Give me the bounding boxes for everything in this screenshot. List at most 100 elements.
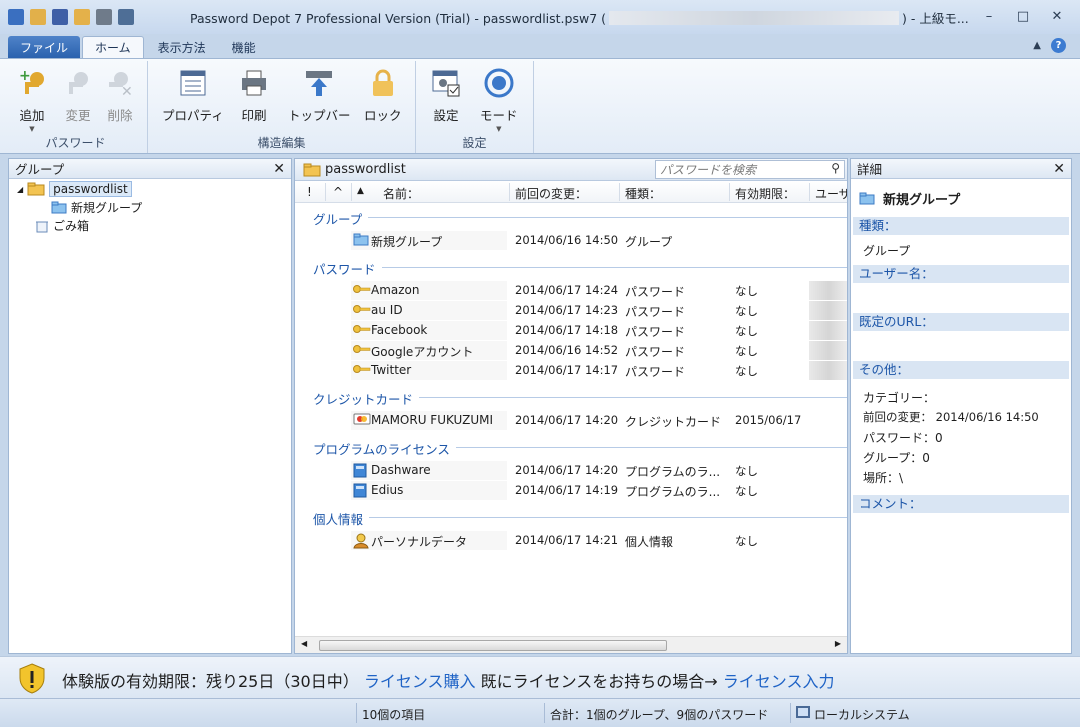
maximize-button[interactable]: □ <box>1008 6 1038 26</box>
column-expiry[interactable]: 有効期限： <box>735 185 795 202</box>
computer-icon <box>796 706 810 718</box>
collapse-triangle-icon[interactable]: ◢ <box>17 185 23 194</box>
section-header[interactable]: クレジットカード <box>313 389 413 408</box>
folder-icon <box>51 201 67 214</box>
list-title: passwordlist <box>325 162 406 177</box>
entry-list-pane: passwordlist パスワードを検索 ⚲ ! ^ ▲ 名前： 前回の変更： … <box>294 158 848 654</box>
list-item[interactable]: 新規グループ 2014/06/16 14:50 グループ <box>295 231 847 250</box>
settings-button[interactable]: 設定 <box>430 67 462 124</box>
tree-item-label: 新規グループ <box>71 201 143 215</box>
license-icon <box>353 463 367 481</box>
entry-last-modified: 2014/06/17 14:21 <box>515 533 619 547</box>
column-type[interactable]: 種類： <box>625 185 661 202</box>
close-icon[interactable]: ✕ <box>273 161 285 177</box>
close-button[interactable]: ✕ <box>1042 6 1072 26</box>
list-item[interactable]: Twitter 2014/06/17 14:17 パスワード なし <box>295 361 847 380</box>
tab-functions[interactable]: 機能 <box>220 36 268 58</box>
entry-expiry: なし <box>735 304 758 318</box>
properties-button[interactable]: プロパティ <box>162 67 224 124</box>
collapse-ribbon-icon[interactable]: ▲ <box>1033 40 1041 51</box>
entry-type: パスワード <box>625 305 686 319</box>
details-pane-header: 詳細 ✕ <box>851 159 1071 179</box>
list-item[interactable]: Dashware 2014/06/17 14:20 プログラムのラ... なし <box>295 461 847 481</box>
details-username-label: ユーザー名： <box>853 265 1069 283</box>
lock-icon[interactable] <box>74 9 90 25</box>
list-item[interactable]: パーソナルデータ 2014/06/17 14:21 個人情報 なし <box>295 531 847 550</box>
status-location: ローカルシステム <box>814 708 910 722</box>
search-icon[interactable]: ⚲ <box>831 161 840 175</box>
list-item[interactable]: Facebook 2014/06/17 14:18 パスワード なし <box>295 321 847 340</box>
key-icon <box>353 323 371 337</box>
trial-message: 体験版の有効期限：残り25日（30日中） ライセンス購入 既にライセンスをお持ち… <box>62 668 834 692</box>
tab-file[interactable]: ファイル <box>8 36 81 58</box>
entry-name: Edius <box>371 483 404 497</box>
column-important[interactable]: ! <box>307 185 312 199</box>
section-header[interactable]: パスワード <box>313 259 376 278</box>
properties-icon <box>177 67 209 99</box>
details-password-count: パスワード：0 <box>863 431 943 445</box>
group-tree-pane: グループ ✕ ◢ passwordlist 新規グループ ごみ箱 <box>8 158 292 654</box>
section-header[interactable]: グループ <box>313 209 362 228</box>
entry-type: パスワード <box>625 285 686 299</box>
column-last-modified[interactable]: 前回の変更： <box>515 185 587 202</box>
print-button[interactable]: 印刷 <box>238 67 270 124</box>
lock-button[interactable]: ロック <box>364 67 402 124</box>
entry-type: パスワード <box>625 325 686 339</box>
open-icon[interactable] <box>30 9 46 25</box>
tree-item-new-group[interactable]: 新規グループ <box>51 199 142 216</box>
entry-type: 個人情報 <box>625 535 674 549</box>
tree-item-passwordlist[interactable]: ◢ passwordlist <box>17 181 132 197</box>
list-item[interactable]: Edius 2014/06/17 14:19 プログラムのラ... なし <box>295 481 847 500</box>
list-item[interactable]: au ID 2014/06/17 14:23 パスワード なし <box>295 301 847 320</box>
details-comment-label: コメント： <box>853 495 1069 513</box>
redacted-username <box>809 321 847 340</box>
column-user[interactable]: ユーザ <box>815 185 847 202</box>
column-name[interactable]: 名前： <box>383 185 419 202</box>
entry-last-modified: 2014/06/17 14:18 <box>515 323 619 337</box>
list-item[interactable]: Amazon 2014/06/17 14:24 パスワード なし <box>295 281 847 300</box>
have-license-text: 既にライセンスをお持ちの場合→ <box>480 672 718 691</box>
tree-item-trash[interactable]: ごみ箱 <box>35 217 89 234</box>
help-icon[interactable]: ? <box>1051 38 1066 53</box>
status-item-count: 10個の項目 <box>362 708 426 722</box>
database-folder-icon <box>303 163 321 177</box>
ribbon-group-structure: プロパティ 印刷 トップバー ロック 構造編集 <box>148 61 416 153</box>
add-button[interactable]: + 追加 ▼ <box>16 67 48 133</box>
entry-type: パスワード <box>625 365 686 379</box>
settings-icon[interactable] <box>118 9 134 25</box>
topbar-button[interactable]: トップバー <box>288 67 351 124</box>
list-item[interactable]: MAMORU FUKUZUMI 2014/06/17 14:20 クレジットカード 2… <box>295 411 847 430</box>
scroll-thumb[interactable] <box>319 640 667 651</box>
sort-up-icon: ▲ <box>357 186 364 196</box>
mode-button[interactable]: モード ▼ <box>480 67 518 133</box>
entry-last-modified: 2014/06/17 14:17 <box>515 363 619 377</box>
scroll-left-icon[interactable]: ◀ <box>301 639 307 648</box>
edit-button[interactable]: 変更 <box>62 67 94 124</box>
section-header[interactable]: 個人情報 <box>313 509 363 528</box>
column-priority[interactable]: ^ <box>333 185 343 199</box>
buy-license-link[interactable]: ライセンス購入 <box>364 672 476 691</box>
tab-view[interactable]: 表示方法 <box>146 36 218 58</box>
window-title: Password Depot 7 Professional Version (T… <box>190 11 969 26</box>
save-icon[interactable] <box>52 9 68 25</box>
section-header[interactable]: プログラムのライセンス <box>313 439 450 458</box>
padlock-icon <box>367 67 399 99</box>
section-divider <box>455 447 847 448</box>
tab-home[interactable]: ホーム <box>82 36 144 58</box>
horizontal-scrollbar[interactable]: ◀ ▶ <box>295 636 847 653</box>
folder-icon <box>859 192 875 205</box>
redacted-username <box>809 281 847 300</box>
list-item[interactable]: Googleアカウント 2014/06/16 14:52 パスワード なし <box>295 341 847 360</box>
enter-license-link[interactable]: ライセンス入力 <box>723 672 835 691</box>
scroll-right-icon[interactable]: ▶ <box>835 639 841 648</box>
delete-button[interactable]: ✕ 削除 <box>104 67 136 124</box>
topbar-icon[interactable] <box>96 9 112 25</box>
app-icon[interactable] <box>8 9 24 25</box>
entry-list-header: passwordlist パスワードを検索 ⚲ <box>295 159 847 181</box>
section-divider <box>419 397 847 398</box>
close-icon[interactable]: ✕ <box>1053 161 1065 177</box>
search-input[interactable]: パスワードを検索 ⚲ <box>655 160 845 179</box>
minimize-button[interactable]: – <box>974 6 1004 26</box>
entry-last-modified: 2014/06/17 14:23 <box>515 303 619 317</box>
details-type-value: グループ <box>863 244 911 258</box>
